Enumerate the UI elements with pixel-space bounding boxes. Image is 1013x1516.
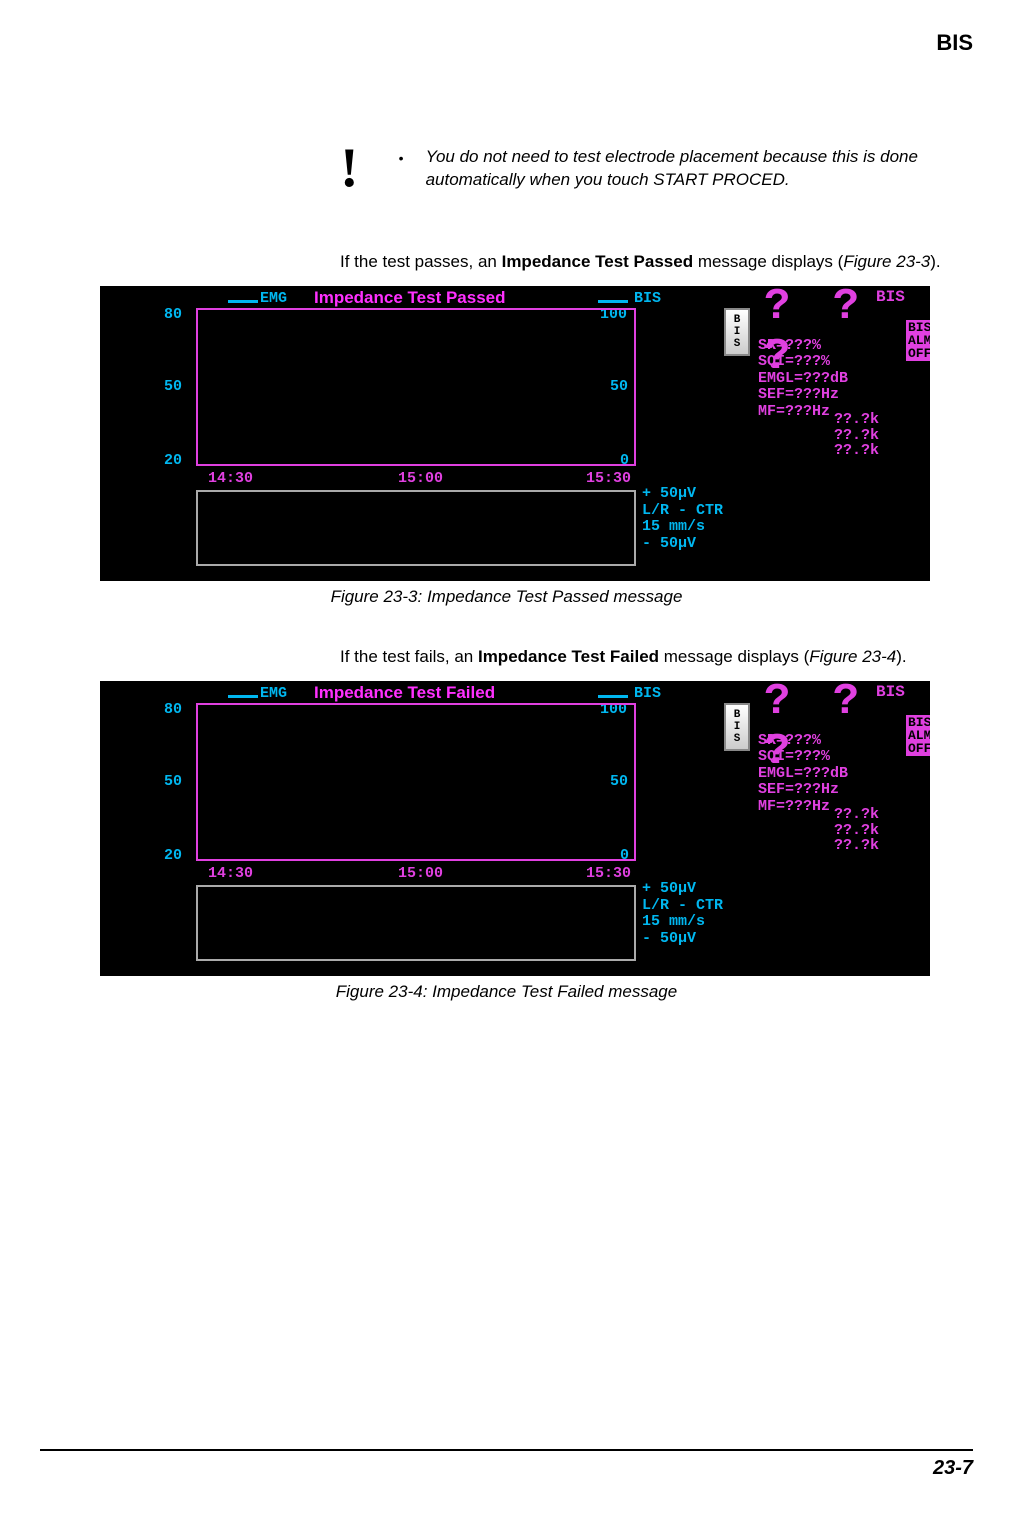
bis-button[interactable]: B I S [724, 308, 750, 356]
impedance-values: ??.?k ??.?k ??.?k [834, 412, 879, 459]
emg-label: EMG [260, 290, 287, 307]
emg-label: EMG [260, 685, 287, 702]
important-note: ! • You do not need to test electrode pl… [340, 146, 973, 192]
pass-intro: If the test passes, an Impedance Test Pa… [340, 252, 973, 272]
alarm-off-badge: BIS ALM OFF [906, 715, 930, 756]
fail-intro: If the test fails, an Impedance Test Fai… [340, 647, 973, 667]
status-message: Impedance Test Failed [314, 683, 495, 703]
emg-scale-mid: 50 [164, 378, 182, 395]
status-message: Impedance Test Passed [314, 288, 506, 308]
page-footer: 23-7 [40, 1449, 973, 1480]
trend-graph [196, 703, 636, 861]
alarm-off-badge: BIS ALM OFF [906, 320, 930, 361]
page-header: BIS [40, 30, 973, 56]
time-2: 15:00 [398, 470, 443, 487]
emg-scale-lo: 20 [164, 452, 182, 469]
trend-graph [196, 308, 636, 466]
waveform-settings: + 50μV L/R - CTR 15 mm/s - 50μV [642, 486, 723, 553]
bullet-icon: • [399, 146, 404, 171]
bis-label-top: BIS [634, 685, 661, 702]
bis-parameters: SR=???% SQI=???% EMGL=???dB SEF=???Hz MF… [758, 338, 848, 421]
emg-scale-lo: 20 [164, 847, 182, 864]
note-text: You do not need to test electrode placem… [426, 146, 919, 192]
bis-label-top: BIS [634, 290, 661, 307]
bis-parameters: SR=???% SQI=???% EMGL=???dB SEF=???Hz MF… [758, 733, 848, 816]
screenshot-passed: EMG Impedance Test Passed BIS BIS 80 50 … [100, 286, 930, 581]
time-2: 15:00 [398, 865, 443, 882]
emg-scale-hi: 80 [164, 306, 182, 323]
figure-caption-2: Figure 23-4: Impedance Test Failed messa… [40, 982, 973, 1002]
waveform-box [196, 885, 636, 961]
screenshot-failed: EMG Impedance Test Failed BIS BIS 80 50 … [100, 681, 930, 976]
bis-button[interactable]: B I S [724, 703, 750, 751]
figure-caption-1: Figure 23-3: Impedance Test Passed messa… [40, 587, 973, 607]
time-3: 15:30 [586, 470, 631, 487]
waveform-box [196, 490, 636, 566]
time-1: 14:30 [208, 865, 253, 882]
time-1: 14:30 [208, 470, 253, 487]
impedance-values: ??.?k ??.?k ??.?k [834, 807, 879, 854]
time-3: 15:30 [586, 865, 631, 882]
exclamation-icon: ! [340, 146, 359, 191]
emg-scale-mid: 50 [164, 773, 182, 790]
waveform-settings: + 50μV L/R - CTR 15 mm/s - 50μV [642, 881, 723, 948]
emg-scale-hi: 80 [164, 701, 182, 718]
